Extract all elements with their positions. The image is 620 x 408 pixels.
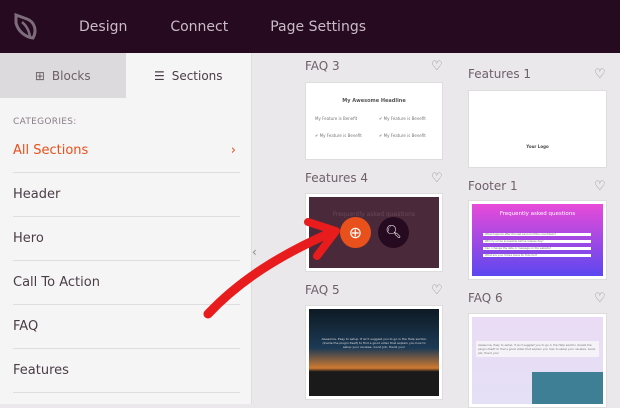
red-arrow-annotation: [203, 218, 340, 319]
